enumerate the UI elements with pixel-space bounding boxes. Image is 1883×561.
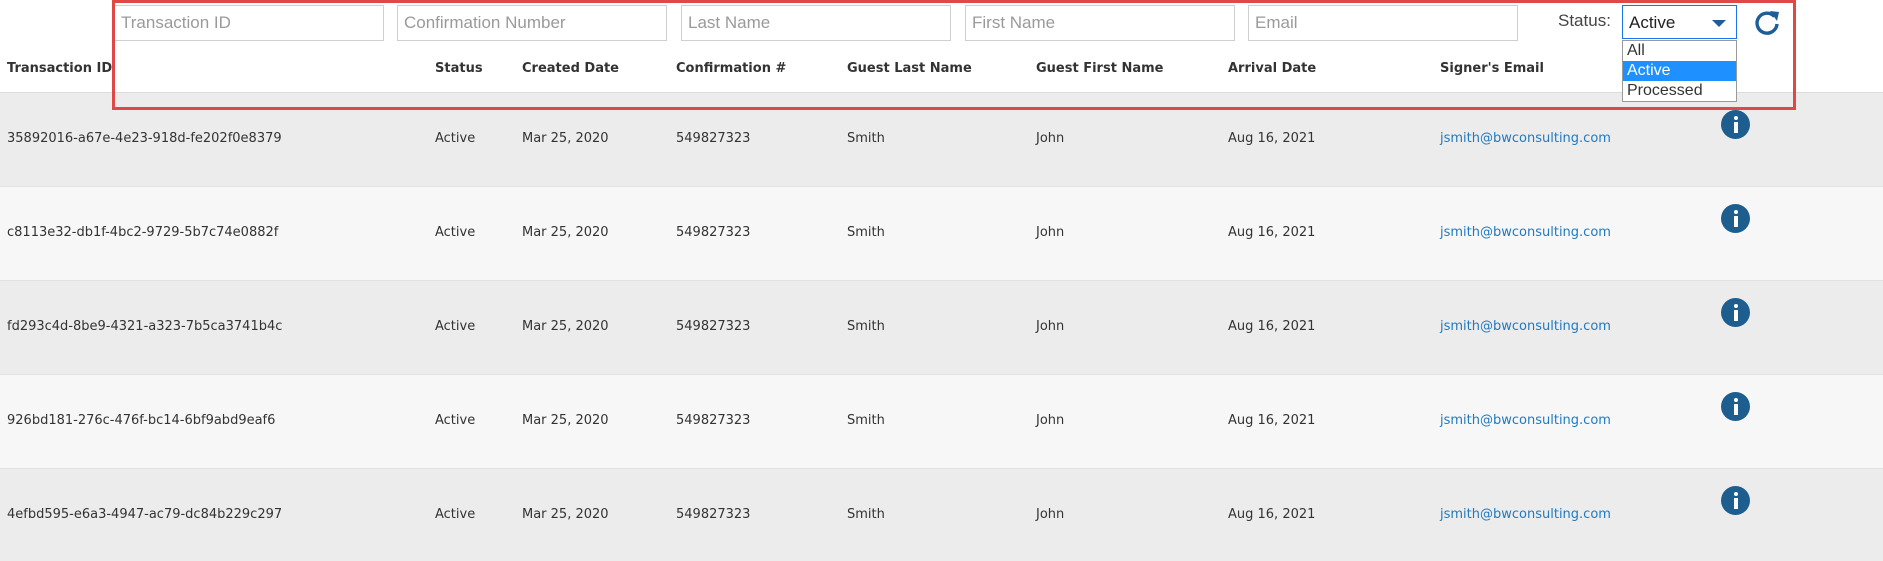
info-icon[interactable] (1721, 298, 1750, 327)
cell-created-date: Mar 25, 2020 (522, 131, 609, 146)
cell-last-name: Smith (847, 319, 885, 334)
cell-first-name: John (1036, 225, 1065, 240)
cell-email-link[interactable]: jsmith@bwconsulting.com (1440, 131, 1611, 146)
cell-arrival-date: Aug 16, 2021 (1228, 413, 1316, 428)
cell-email-link[interactable]: jsmith@bwconsulting.com (1440, 507, 1611, 522)
cell-transaction-id: c8113e32-db1f-4bc2-9729-5b7c74e0882f (7, 225, 279, 240)
transactions-page: Status: Active All Active Processed Tran… (0, 0, 1883, 561)
cell-arrival-date: Aug 16, 2021 (1228, 131, 1316, 146)
status-filter-label: Status: (1558, 11, 1611, 30)
last-name-filter-input[interactable] (681, 5, 951, 41)
status-select-value: Active (1629, 13, 1676, 32)
cell-status: Active (435, 507, 476, 522)
cell-last-name: Smith (847, 413, 885, 428)
cell-created-date: Mar 25, 2020 (522, 319, 609, 334)
column-header-status[interactable]: Status (435, 61, 483, 76)
first-name-filter-input[interactable] (965, 5, 1235, 41)
confirmation-number-filter-input[interactable] (397, 5, 667, 41)
column-header-confirmation[interactable]: Confirmation # (676, 61, 786, 76)
cell-arrival-date: Aug 16, 2021 (1228, 507, 1316, 522)
cell-first-name: John (1036, 319, 1065, 334)
column-header-created-date[interactable]: Created Date (522, 61, 619, 76)
cell-email-link[interactable]: jsmith@bwconsulting.com (1440, 225, 1611, 240)
info-icon[interactable] (1721, 204, 1750, 233)
column-header-guest-last-name[interactable]: Guest Last Name (847, 61, 972, 76)
cell-status: Active (435, 319, 476, 334)
cell-arrival-date: Aug 16, 2021 (1228, 319, 1316, 334)
cell-confirmation: 549827323 (676, 507, 751, 522)
cell-created-date: Mar 25, 2020 (522, 413, 609, 428)
cell-first-name: John (1036, 131, 1065, 146)
cell-status: Active (435, 413, 476, 428)
cell-transaction-id: fd293c4d-8be9-4321-a323-7b5ca3741b4c (7, 319, 283, 334)
cell-email-link[interactable]: jsmith@bwconsulting.com (1440, 413, 1611, 428)
table-row[interactable]: fd293c4d-8be9-4321-a323-7b5ca3741b4c Act… (0, 281, 1883, 375)
status-option-processed[interactable]: Processed (1623, 81, 1736, 101)
table-row[interactable]: 4efbd595-e6a3-4947-ac79-dc84b229c297 Act… (0, 469, 1883, 561)
column-header-arrival-date[interactable]: Arrival Date (1228, 61, 1316, 76)
cell-last-name: Smith (847, 225, 885, 240)
table-row[interactable]: c8113e32-db1f-4bc2-9729-5b7c74e0882f Act… (0, 187, 1883, 281)
table-row[interactable]: 926bd181-276c-476f-bc14-6bf9abd9eaf6 Act… (0, 375, 1883, 469)
cell-first-name: John (1036, 413, 1065, 428)
cell-confirmation: 549827323 (676, 413, 751, 428)
cell-last-name: Smith (847, 507, 885, 522)
cell-status: Active (435, 131, 476, 146)
cell-transaction-id: 926bd181-276c-476f-bc14-6bf9abd9eaf6 (7, 413, 276, 428)
chevron-down-icon (1712, 20, 1726, 27)
cell-created-date: Mar 25, 2020 (522, 507, 609, 522)
refresh-icon[interactable] (1752, 8, 1782, 38)
cell-first-name: John (1036, 507, 1065, 522)
cell-created-date: Mar 25, 2020 (522, 225, 609, 240)
cell-status: Active (435, 225, 476, 240)
cell-transaction-id: 35892016-a67e-4e23-918d-fe202f0e8379 (7, 131, 282, 146)
column-header-signers-email[interactable]: Signer's Email (1440, 61, 1544, 76)
cell-last-name: Smith (847, 131, 885, 146)
table-row[interactable]: 35892016-a67e-4e23-918d-fe202f0e8379 Act… (0, 93, 1883, 187)
column-header-transaction-id[interactable]: Transaction ID (7, 61, 112, 76)
cell-confirmation: 549827323 (676, 225, 751, 240)
cell-arrival-date: Aug 16, 2021 (1228, 225, 1316, 240)
email-filter-input[interactable] (1248, 5, 1518, 41)
cell-confirmation: 549827323 (676, 131, 751, 146)
status-dropdown-list: All Active Processed (1622, 40, 1737, 102)
status-filter-select[interactable]: Active (1622, 5, 1737, 39)
info-icon[interactable] (1721, 110, 1750, 139)
cell-transaction-id: 4efbd595-e6a3-4947-ac79-dc84b229c297 (7, 507, 283, 522)
transaction-id-filter-input[interactable] (114, 5, 384, 41)
cell-email-link[interactable]: jsmith@bwconsulting.com (1440, 319, 1611, 334)
status-option-active[interactable]: Active (1623, 61, 1736, 81)
cell-confirmation: 549827323 (676, 319, 751, 334)
info-icon[interactable] (1721, 486, 1750, 515)
info-icon[interactable] (1721, 392, 1750, 421)
column-header-guest-first-name[interactable]: Guest First Name (1036, 61, 1163, 76)
status-option-all[interactable]: All (1623, 41, 1736, 61)
